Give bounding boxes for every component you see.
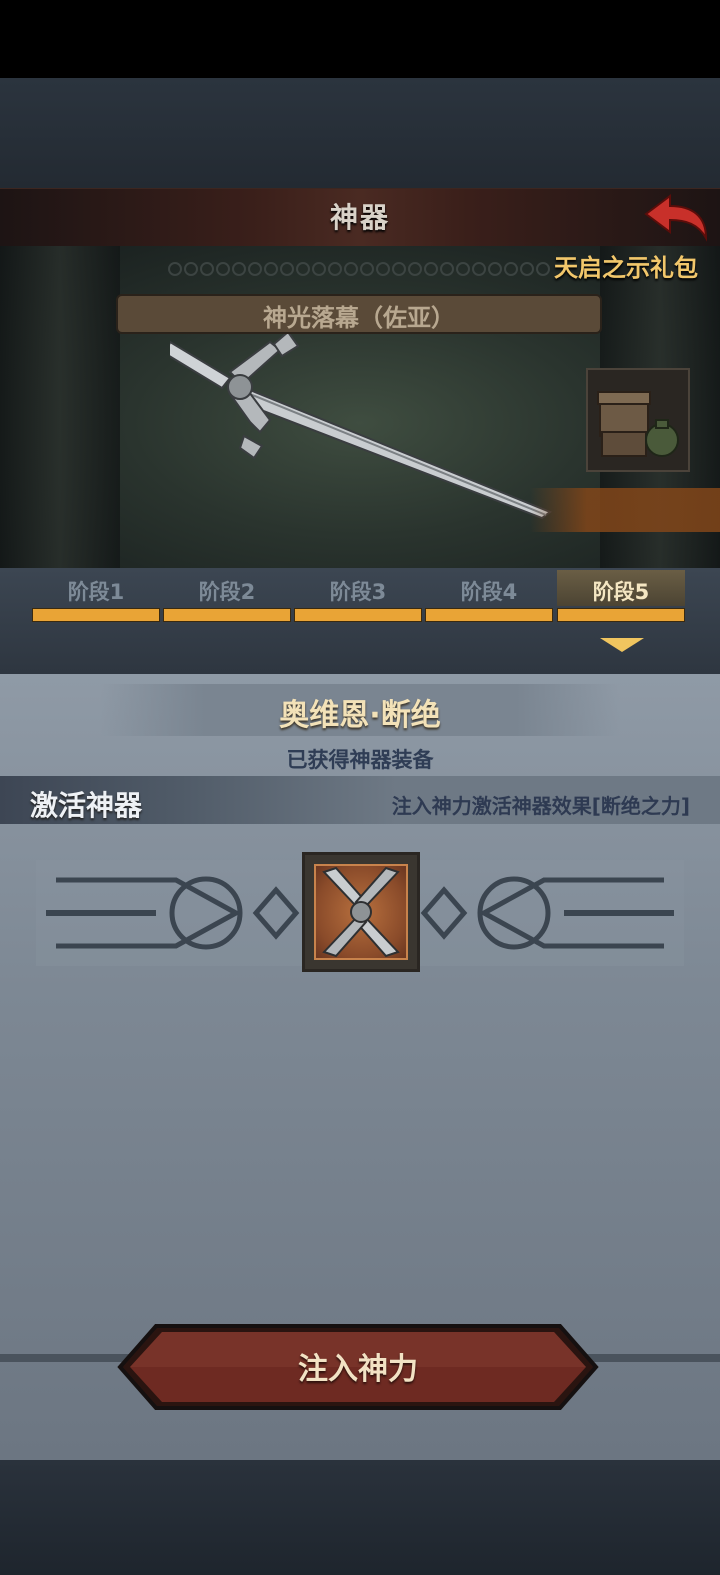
gift-pack-label[interactable]: 天启之示礼包 <box>554 248 698 283</box>
upper-background <box>0 78 720 188</box>
stage-progress-4 <box>425 608 553 622</box>
gift-pack-button[interactable] <box>586 368 690 472</box>
artifact-item-slot[interactable] <box>302 852 420 972</box>
button-frame <box>117 1324 599 1410</box>
artifact-name: 奥维恩·断绝 <box>279 698 441 733</box>
stage-tab-5[interactable]: 阶段5 <box>557 570 685 606</box>
stage-progress-5 <box>557 608 685 622</box>
activation-title: 激活神器 <box>30 789 143 822</box>
inject-power-button[interactable] <box>116 1322 600 1412</box>
bottom-background <box>0 1460 720 1575</box>
left-pillar <box>0 246 120 568</box>
gift-pack-label-bg <box>530 488 720 532</box>
stage-progress-1 <box>32 608 160 622</box>
back-button[interactable] <box>640 190 712 244</box>
back-arrow-icon <box>644 194 708 242</box>
item-frame <box>314 864 408 960</box>
selected-stage-indicator-icon <box>600 638 644 652</box>
cross-guard-icon <box>322 866 400 958</box>
decor-dots <box>168 262 552 276</box>
stage-progress-3 <box>294 608 422 622</box>
stage-tab-3[interactable]: 阶段3 <box>294 570 422 606</box>
page-title: 神器 <box>329 201 390 234</box>
activation-description: 注入神力激活神器效果[断绝之力] <box>391 794 690 818</box>
stage-tab-4[interactable]: 阶段4 <box>425 570 553 606</box>
artifact-status: 已获得神器装备 <box>286 748 434 772</box>
stage-tab-1[interactable]: 阶段1 <box>32 570 160 606</box>
treasure-chest-icon <box>597 391 679 457</box>
stage-progress-2 <box>163 608 291 622</box>
stage-tab-2[interactable]: 阶段2 <box>163 570 291 606</box>
artifact-banner-text: 神光落幕（佐亚） <box>263 304 455 332</box>
status-bar <box>0 0 720 78</box>
sword-icon <box>170 332 553 520</box>
